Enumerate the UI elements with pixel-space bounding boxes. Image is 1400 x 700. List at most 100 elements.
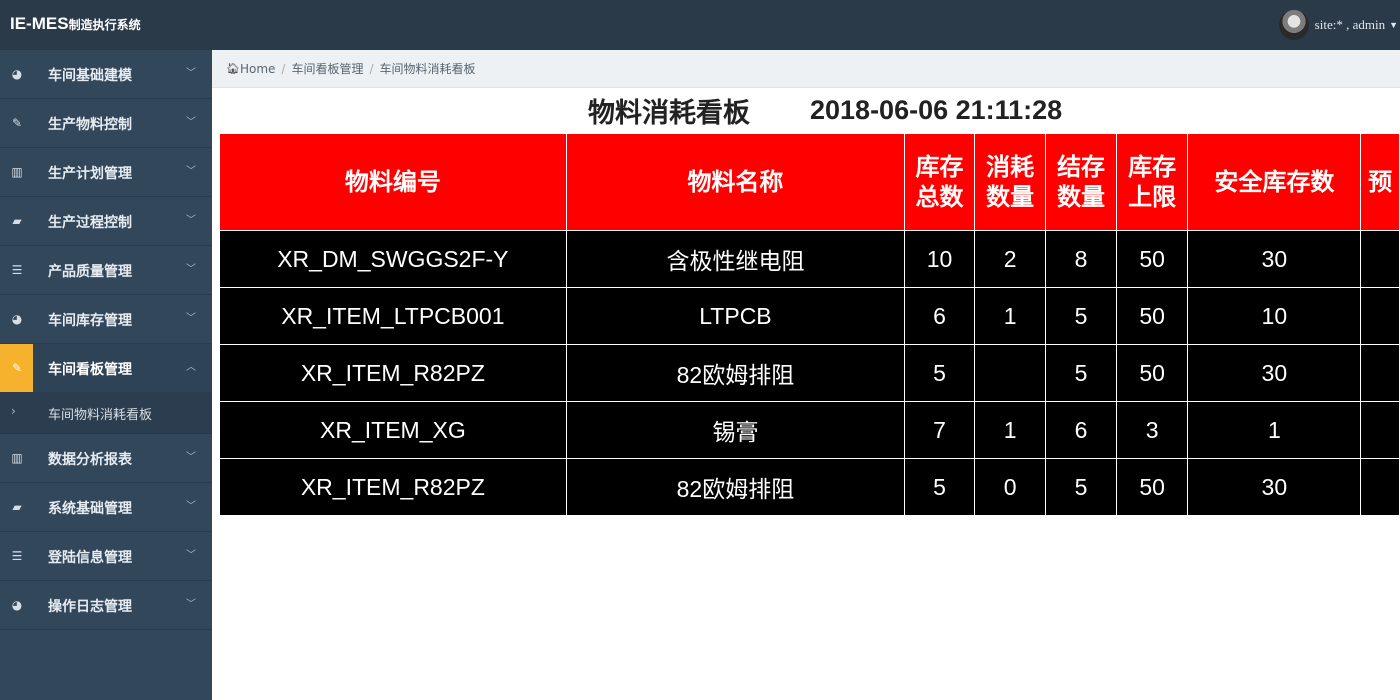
book-icon: ▰: [12, 214, 22, 228]
table-cell: 6: [1045, 401, 1117, 459]
sidebar-item[interactable]: ▰ 系统基础管理 ﹀: [0, 483, 212, 532]
table-row: XR_ITEM_LTPCB001 LTPCB 6 1 5 50 10: [219, 287, 1400, 345]
table-cell: 0: [973, 458, 1047, 516]
sidebar-item-label: 系统基础管理: [48, 501, 132, 517]
board-timestamp: 2018-06-06 21:11:28: [810, 94, 1063, 125]
table-cell: [973, 344, 1047, 402]
columns-icon: ▥: [11, 451, 23, 465]
table-cell: 5: [1045, 458, 1117, 516]
sidebar-item[interactable]: ▥ 数据分析报表 ﹀: [0, 434, 212, 483]
table-cell: 5: [1045, 287, 1117, 345]
table-row: XR_ITEM_R82PZ 82欧姆排阻 5 5 50 30: [219, 344, 1400, 402]
avatar[interactable]: [1278, 10, 1309, 40]
table-cell: 锡膏: [565, 401, 906, 459]
column-header: 库存 总数: [904, 133, 975, 231]
header-line: 数量: [986, 183, 1035, 211]
sidebar-item[interactable]: ✎ 生产物料控制 ﹀: [0, 99, 212, 148]
table-cell: 7: [904, 401, 975, 459]
chevron-up-icon: ︿: [186, 362, 196, 373]
column-header: 库存 上限: [1115, 133, 1189, 231]
sidebar-subitem[interactable]: › 车间物料消耗看板: [0, 393, 212, 434]
chevron-right-icon: ›: [11, 404, 16, 418]
sidebar-item[interactable]: ◕ 操作日志管理 ﹀: [0, 581, 212, 630]
breadcrumb-level1[interactable]: 车间看板管理: [291, 60, 363, 77]
book-icon: ▰: [12, 500, 22, 514]
table-cell: 5: [1045, 344, 1117, 402]
sidebar-item-label: 车间库存管理: [48, 313, 132, 329]
column-header: 物料编号: [219, 133, 567, 231]
table-cell: 10: [904, 230, 975, 288]
table-cell: 1: [973, 401, 1047, 459]
table-cell: 30: [1187, 344, 1362, 402]
breadcrumb-level2: 车间物料消耗看板: [379, 62, 476, 76]
sidebar-subitem-label: 车间物料消耗看板: [48, 408, 153, 423]
table-cell: LTPCB: [565, 287, 906, 345]
sidebar-item[interactable]: ▥ 生产计划管理 ﹀: [0, 148, 212, 197]
material-consumption-table: 物料编号 物料名称 库存 总数 消耗 数量 结存 数量 库存 上限 安全库存数预 XR_DM_SWG…: [219, 133, 1400, 516]
table-cell: [1360, 344, 1400, 402]
table-cell: XR_ITEM_R82PZ: [219, 344, 567, 402]
sidebar-item[interactable]: ◕ 车间库存管理 ﹀: [0, 295, 212, 344]
chevron-down-icon: ﹀: [186, 550, 196, 561]
sidebar-item-label: 产品质量管理: [48, 264, 132, 280]
table-cell: 30: [1187, 230, 1362, 288]
user-menu[interactable]: site:* , admin ▼: [1278, 8, 1400, 42]
chevron-down-icon: ﹀: [186, 166, 196, 177]
dashboard-icon: ◕: [11, 67, 23, 81]
table-cell: 5: [904, 344, 975, 402]
table-cell: XR_ITEM_LTPCB001: [219, 287, 567, 345]
table-cell: 10: [1187, 287, 1362, 345]
table-row: XR_ITEM_R82PZ 82欧姆排阻 5 0 5 50 30: [219, 458, 1400, 516]
dashboard-icon: ◕: [11, 598, 23, 612]
header-line: 库存: [915, 153, 964, 181]
table-cell: 1: [1187, 401, 1362, 459]
columns-icon: ▥: [11, 165, 23, 179]
column-header: 消耗 数量: [973, 133, 1047, 231]
column-header: 安全库存数: [1187, 133, 1362, 231]
sidebar-item-label: 生产物料控制: [48, 117, 132, 133]
table-row: XR_DM_SWGGS2F-Y 含极性继电阻 10 2 8 50 30: [219, 230, 1400, 288]
sidebar-item[interactable]: ✎ 车间看板管理 ︿: [0, 344, 212, 393]
table-cell: 50: [1115, 287, 1189, 345]
header-line: 结存: [1057, 153, 1106, 181]
edit-icon: ✎: [11, 361, 23, 375]
list-icon: ☰: [11, 549, 23, 563]
sidebar-item-label: 生产过程控制: [48, 215, 132, 231]
chevron-down-icon: ﹀: [186, 599, 196, 610]
table-cell: 3: [1115, 401, 1189, 459]
column-header: 物料名称: [565, 133, 906, 231]
sidebar-item-label: 生产计划管理: [48, 166, 132, 182]
sidebar-item[interactable]: ▰ 生产过程控制 ﹀: [0, 197, 212, 246]
brand-subtitle: 制造执行系统: [68, 18, 141, 32]
chevron-down-icon: ﹀: [186, 117, 196, 128]
table-cell: [1360, 458, 1400, 516]
sidebar-item[interactable]: ☰ 登陆信息管理 ﹀: [0, 532, 212, 581]
edit-icon: ✎: [11, 116, 23, 130]
dashboard-icon: ◕: [11, 312, 23, 326]
sidebar-item[interactable]: ☰ 产品质量管理 ﹀: [0, 246, 212, 295]
sidebar-item-label: 车间看板管理: [48, 362, 132, 378]
table-cell: 5: [904, 458, 975, 516]
table-header-row: 物料编号 物料名称 库存 总数 消耗 数量 结存 数量 库存 上限 安全库存数预: [219, 133, 1400, 231]
table-cell: 50: [1115, 230, 1189, 288]
board-header: 物料消耗看板 2018-06-06 21:11:28: [588, 92, 1063, 129]
table-cell: [1360, 401, 1400, 459]
list-icon: ☰: [11, 263, 23, 277]
table-row: XR_ITEM_XG 锡膏 7 1 6 3 1: [219, 401, 1400, 459]
header-line: 消耗: [986, 153, 1035, 181]
brand-name: IE-MES: [10, 14, 69, 33]
table-cell: XR_ITEM_XG: [219, 401, 567, 459]
brand-logo[interactable]: IE-MES制造执行系统: [10, 14, 141, 34]
breadcrumb-separator: /: [281, 61, 286, 76]
table-cell: 50: [1115, 458, 1189, 516]
table-cell: XR_ITEM_R82PZ: [219, 458, 567, 516]
sidebar-item[interactable]: ◕ 车间基础建模 ﹀: [0, 50, 212, 99]
chevron-down-icon: ﹀: [186, 501, 196, 512]
sidebar-item-label: 登陆信息管理: [48, 550, 132, 566]
breadcrumb-home[interactable]: Home: [240, 62, 275, 76]
table-cell: 2: [973, 230, 1047, 288]
chevron-down-icon: ﹀: [186, 68, 196, 79]
table-cell: 82欧姆排阻: [565, 458, 906, 516]
sidebar-item-label: 车间基础建模: [48, 68, 132, 84]
table-cell: XR_DM_SWGGS2F-Y: [219, 230, 567, 288]
